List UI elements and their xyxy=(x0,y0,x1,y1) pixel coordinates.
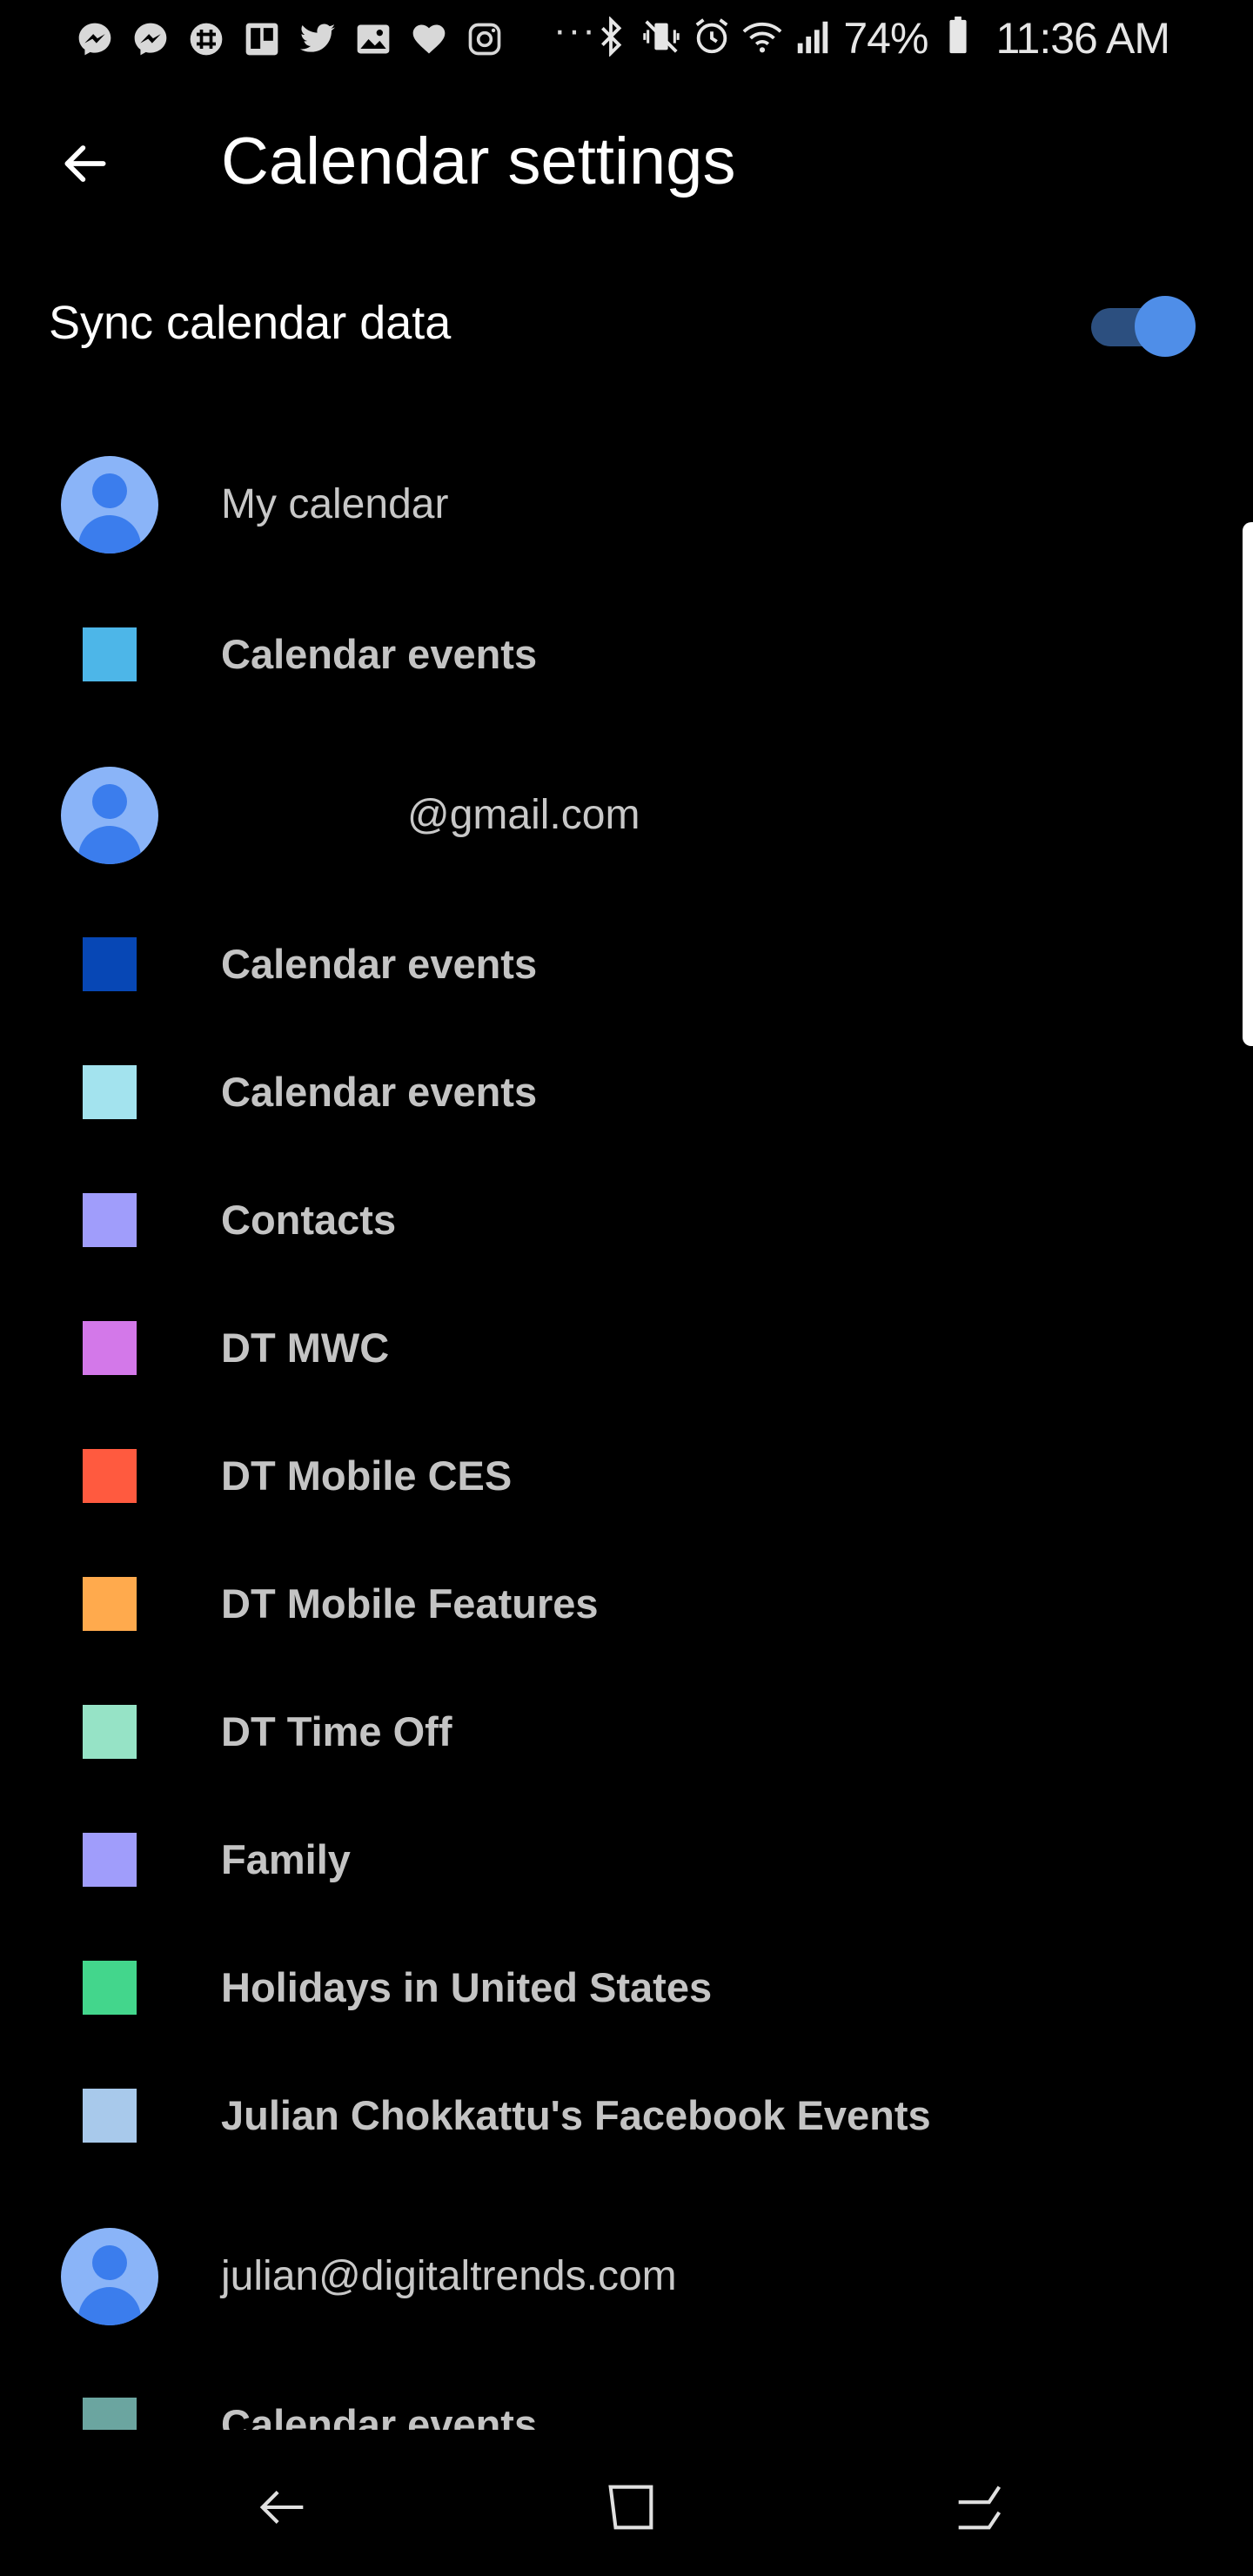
calendar-color-swatch xyxy=(83,1321,137,1375)
calendar-label: Holidays in United States xyxy=(221,1964,713,2010)
calendar-item[interactable]: Calendar events xyxy=(0,602,1253,707)
calendar-color-swatch xyxy=(83,1705,137,1759)
account-row: @gmail.com xyxy=(0,763,1253,868)
nav-back-button[interactable] xyxy=(244,2468,322,2546)
calendar-color-swatch xyxy=(83,627,137,681)
calendar-item[interactable]: DT MWC xyxy=(0,1296,1253,1400)
account-label: julian@digitaltrends.com xyxy=(221,2253,677,2299)
calendar-item[interactable]: DT Mobile Features xyxy=(0,1552,1253,1656)
calendar-label: Family xyxy=(221,1836,351,1882)
recents-icon xyxy=(958,2485,1002,2530)
calendar-color-swatch xyxy=(83,1833,137,1887)
calendar-label: Contacts xyxy=(221,1197,397,1243)
calendar-label: DT Mobile CES xyxy=(221,1452,513,1499)
nav-recents-button[interactable] xyxy=(940,2468,1018,2546)
account-row: julian@digitaltrends.com xyxy=(0,2224,1253,2329)
calendar-label: DT Mobile Features xyxy=(221,1580,599,1627)
calendar-label: Calendar events xyxy=(221,631,538,677)
account-label: @gmail.com xyxy=(407,792,640,838)
calendar-item[interactable]: Calendar events xyxy=(0,1040,1253,1144)
account-label: My calendar xyxy=(221,481,449,527)
calendar-color-swatch xyxy=(83,1193,137,1247)
calendar-item[interactable]: DT Time Off xyxy=(0,1680,1253,1784)
account-row: My calendar xyxy=(0,453,1253,557)
nav-home-button[interactable] xyxy=(592,2468,670,2546)
avatar-icon xyxy=(61,456,158,553)
calendar-color-swatch xyxy=(83,1449,137,1503)
calendar-label: Calendar events xyxy=(221,941,538,987)
home-square-icon xyxy=(608,2485,653,2530)
calendar-item[interactable]: DT Mobile CES xyxy=(0,1424,1253,1528)
calendar-label: DT MWC xyxy=(221,1325,390,1371)
calendar-color-swatch xyxy=(83,1961,137,2015)
calendar-list: My calendar Calendar events @gmail.com C… xyxy=(0,0,1253,2430)
calendar-item[interactable]: Julian Chokkattu's Facebook Events xyxy=(0,2063,1253,2168)
navigation-bar xyxy=(0,2430,1253,2576)
back-icon xyxy=(259,2491,304,2524)
calendar-label: Julian Chokkattu's Facebook Events xyxy=(221,2092,931,2138)
calendar-label: Calendar events xyxy=(221,2401,538,2430)
calendar-color-swatch xyxy=(83,2398,137,2430)
calendar-label: DT Time Off xyxy=(221,1708,452,1754)
fast-scroll-handle[interactable] xyxy=(1243,522,1253,1046)
calendar-item[interactable]: Holidays in United States xyxy=(0,1935,1253,2040)
calendar-color-swatch xyxy=(83,1065,137,1119)
calendar-color-swatch xyxy=(83,2089,137,2143)
calendar-item[interactable]: Contacts xyxy=(0,1168,1253,1272)
calendar-color-swatch xyxy=(83,937,137,991)
calendar-label: Calendar events xyxy=(221,1069,538,1115)
calendar-item[interactable]: Family xyxy=(0,1808,1253,1912)
avatar-icon xyxy=(61,2228,158,2325)
avatar-icon xyxy=(61,767,158,864)
calendar-color-swatch xyxy=(83,1577,137,1631)
calendar-item[interactable]: Calendar events xyxy=(0,2372,1253,2430)
calendar-item[interactable]: Calendar events xyxy=(0,912,1253,1016)
